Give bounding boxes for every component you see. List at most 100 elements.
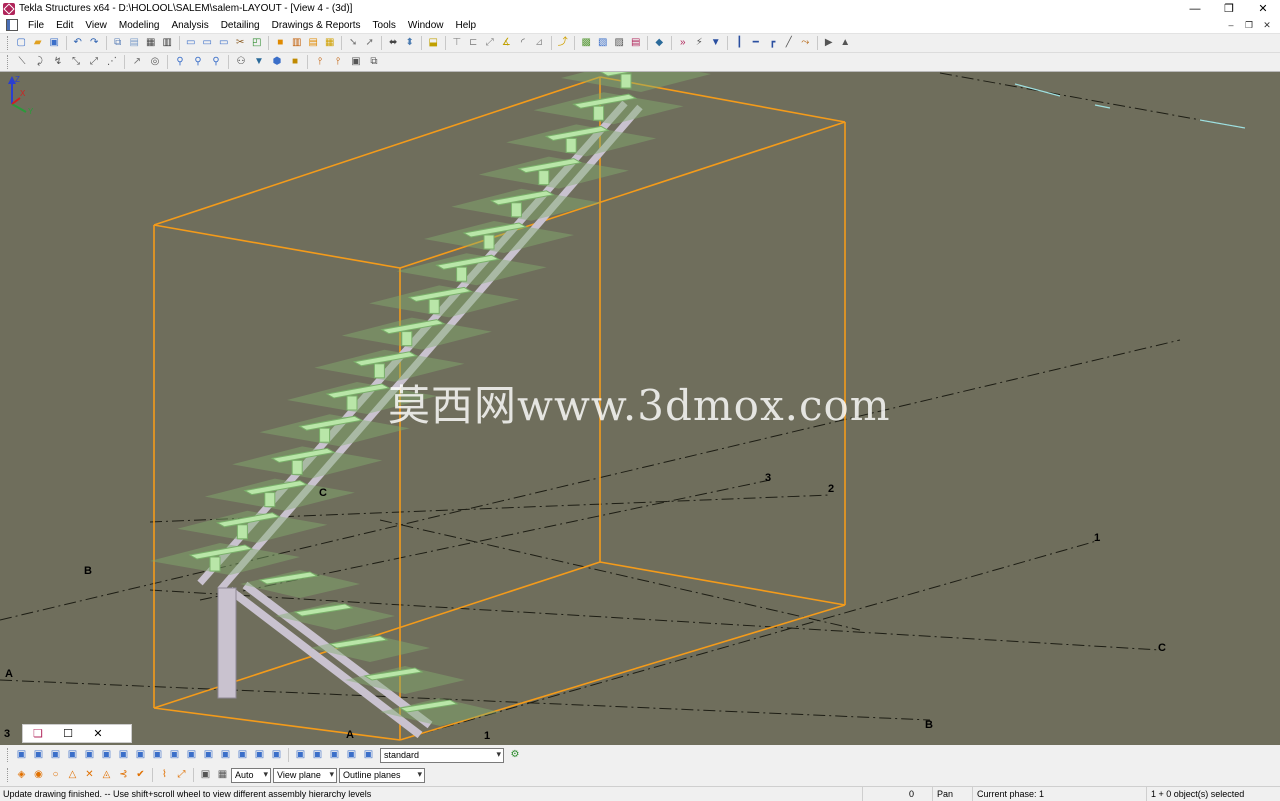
snap-center-icon[interactable]: ◬ [98, 767, 115, 783]
point-icon[interactable]: ⊏ [465, 35, 482, 51]
view-icon[interactable]: ▭ [183, 35, 200, 51]
move-icon[interactable]: ➘ [345, 35, 362, 51]
measure-icon[interactable]: ⊿ [531, 35, 548, 51]
connect-icon[interactable]: ⬌ [385, 35, 402, 51]
outline-dropdown[interactable]: Outline planes [339, 767, 425, 783]
select-cast-icon[interactable]: ▣ [251, 747, 268, 763]
snap-mid-icon[interactable]: ⤢ [85, 54, 103, 70]
selection-filter-dropdown[interactable]: standard [380, 747, 504, 763]
reload-icon[interactable]: ▼ [708, 35, 725, 51]
copy-icon[interactable]: ⧉ [110, 35, 127, 51]
window-icon[interactable]: ▭ [199, 35, 216, 51]
select-ref-icon[interactable]: ▣ [115, 747, 132, 763]
open-icon[interactable]: ▰ [30, 35, 47, 51]
menu-analysis[interactable]: Analysis [165, 20, 214, 31]
zoom-in-icon[interactable]: ⚲ [171, 54, 189, 70]
snap-plane-icon[interactable]: ▣ [197, 767, 214, 783]
snap-line-icon[interactable]: ⤢ [173, 767, 190, 783]
toolbar-grip[interactable] [7, 768, 10, 782]
copy-select-icon[interactable]: ⧉ [365, 54, 383, 70]
document-icon[interactable] [6, 19, 18, 31]
snap-nearest-icon[interactable]: ○ [47, 767, 64, 783]
zoom-icon[interactable]: ◰ [249, 35, 266, 51]
mark-icon[interactable]: ▲ [837, 35, 854, 51]
component-icon[interactable]: ▨ [611, 35, 628, 51]
properties-icon[interactable]: ▥ [159, 35, 176, 51]
new-icon[interactable]: ▢ [13, 35, 30, 51]
snap-work-icon[interactable]: ▦ [214, 767, 231, 783]
select-all-icon[interactable]: ▣ [13, 747, 30, 763]
select-plane-icon[interactable]: ▣ [149, 747, 166, 763]
select-assembly-icon[interactable]: ▣ [217, 747, 234, 763]
pin-icon[interactable]: ⫯ [311, 54, 329, 70]
print-icon[interactable]: ▦ [143, 35, 160, 51]
toolbar-grip[interactable] [7, 55, 10, 69]
snap-endpoint-icon[interactable]: ⤡ [67, 54, 85, 70]
zoom-prev-icon[interactable]: ⚲ [207, 54, 225, 70]
snap-orth-icon[interactable]: ⌇ [156, 767, 173, 783]
bolt-icon[interactable]: ⤳ [797, 35, 814, 51]
view-window-close-button[interactable]: ✕ [83, 727, 113, 740]
detail-icon[interactable]: ⬍ [402, 35, 419, 51]
snap-extension-icon[interactable]: ⊰ [115, 767, 132, 783]
view-window-icon[interactable]: ❏ [23, 727, 53, 740]
mdi-restore-button[interactable]: ❐ [1242, 18, 1256, 32]
toolbar-grip[interactable] [7, 36, 10, 50]
menu-tools[interactable]: Tools [367, 20, 402, 31]
select-object-icon[interactable]: ▣ [234, 747, 251, 763]
select-comp-icon[interactable]: ▣ [47, 747, 64, 763]
snap-intersect-icon[interactable]: △ [64, 767, 81, 783]
rotate-icon[interactable]: ➚ [362, 35, 379, 51]
cut-icon[interactable]: ✂ [232, 35, 249, 51]
mdi-close-button[interactable]: ✕ [1260, 18, 1274, 32]
plate-icon[interactable]: ━ [748, 35, 765, 51]
toolbar-grip[interactable] [7, 748, 10, 762]
select-bolt-icon[interactable]: ▣ [81, 747, 98, 763]
status-phase[interactable]: Current phase: 1 [972, 787, 1146, 801]
snap-ok-icon[interactable]: ✔ [132, 767, 149, 783]
depth-dropdown[interactable]: Auto [231, 767, 271, 783]
mdi-minimize-button[interactable]: – [1224, 18, 1238, 32]
redo-icon[interactable]: ↷ [86, 35, 103, 51]
menu-window[interactable]: Window [402, 20, 450, 31]
filter-settings-icon[interactable]: ⚙ [506, 747, 524, 763]
column-icon[interactable]: ┏ [764, 35, 781, 51]
view-window-maximize-button[interactable]: ☐ [53, 727, 83, 740]
brace-icon[interactable]: ╱ [781, 35, 798, 51]
select-filter-icon[interactable]: ▣ [343, 747, 360, 763]
close-button[interactable]: ✕ [1246, 0, 1280, 17]
angle-icon[interactable]: ∡ [498, 35, 515, 51]
undo-icon[interactable]: ↶ [70, 35, 87, 51]
numbering-icon[interactable]: ▦ [322, 35, 339, 51]
circle-icon[interactable]: ◎ [146, 54, 164, 70]
binoculars-icon[interactable]: ⚇ [232, 54, 250, 70]
menu-modeling[interactable]: Modeling [113, 20, 166, 31]
menu-detailing[interactable]: Detailing [215, 20, 266, 31]
catalog-icon[interactable]: ▩ [578, 35, 595, 51]
select-options-icon[interactable]: ▣ [360, 747, 377, 763]
line-tool-icon[interactable]: ⟍ [13, 54, 31, 70]
snap-icon[interactable]: ▭ [216, 35, 233, 51]
paste-icon[interactable]: ▤ [126, 35, 143, 51]
pin2-icon[interactable]: ⫯ [329, 54, 347, 70]
render-icon[interactable]: ■ [286, 54, 304, 70]
beam-icon[interactable]: ┃ [731, 35, 748, 51]
zoom-out-icon[interactable]: ⚲ [189, 54, 207, 70]
drawing-icon[interactable]: ▥ [289, 35, 306, 51]
menu-help[interactable]: Help [449, 20, 482, 31]
select-group-icon[interactable]: ▣ [326, 747, 343, 763]
select-weld-icon[interactable]: ▣ [64, 747, 81, 763]
minimize-button[interactable]: — [1178, 0, 1212, 17]
representation-icon[interactable]: ⬢ [268, 54, 286, 70]
pick-icon[interactable]: ⤴ [555, 35, 572, 51]
select-cut-icon[interactable]: ▣ [183, 747, 200, 763]
line-icon[interactable]: ⤢ [482, 35, 499, 51]
model-view-3d[interactable]: 莫西网www.3dmox.com 3 2 1 C B A B A 3 1 C Z… [0, 72, 1280, 746]
assembly-icon[interactable]: ▧ [595, 35, 612, 51]
select-grid-icon[interactable]: ▣ [98, 747, 115, 763]
floating-view-window[interactable]: ❏ ☐ ✕ [22, 724, 132, 743]
plane-dropdown[interactable]: View plane [273, 767, 337, 783]
menu-drawings-reports[interactable]: Drawings & Reports [266, 20, 367, 31]
save-icon[interactable]: ▣ [46, 35, 63, 51]
reinforce-icon[interactable]: ⚡ [691, 35, 708, 51]
